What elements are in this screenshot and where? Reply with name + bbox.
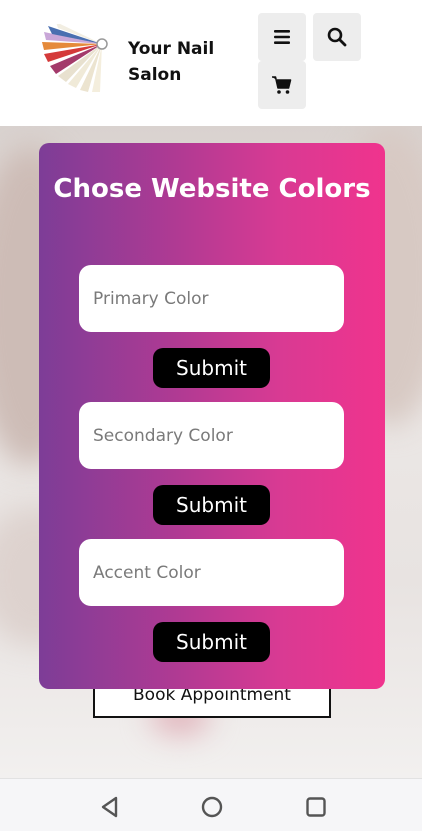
back-triangle-icon[interactable] — [98, 795, 122, 819]
nail-swatch-logo[interactable] — [40, 24, 116, 94]
accent-submit-button[interactable]: Submit — [153, 622, 270, 662]
hamburger-menu-icon — [274, 30, 290, 44]
secondary-color-input[interactable] — [79, 402, 344, 469]
shopping-cart-icon — [272, 76, 292, 94]
site-header: Your Nail Salon — [0, 0, 422, 126]
panel-title: Chose Website Colors — [53, 174, 371, 204]
search-button[interactable] — [313, 13, 361, 61]
primary-color-input[interactable] — [79, 265, 344, 332]
system-nav-bar — [0, 778, 422, 831]
primary-submit-button[interactable]: Submit — [153, 348, 270, 388]
home-circle-icon[interactable] — [200, 795, 224, 819]
menu-button[interactable] — [258, 13, 306, 61]
recents-square-icon[interactable] — [304, 795, 328, 819]
brand-name[interactable]: Your Nail Salon — [128, 36, 238, 88]
website-colors-panel: Chose Website Colors Submit Submit Submi… — [39, 143, 385, 689]
secondary-submit-button[interactable]: Submit — [153, 485, 270, 525]
cart-button[interactable] — [258, 61, 306, 109]
search-icon — [327, 27, 347, 47]
accent-color-input[interactable] — [79, 539, 344, 606]
